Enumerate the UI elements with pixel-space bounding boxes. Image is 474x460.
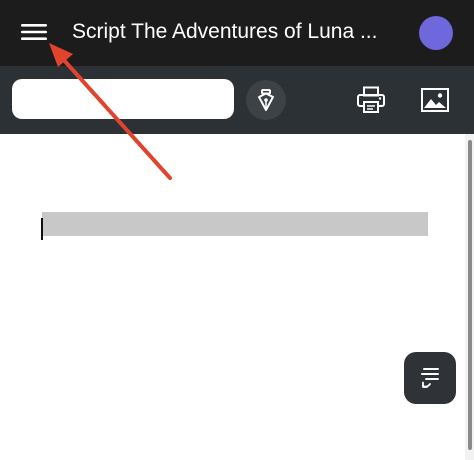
search-input[interactable] [12, 79, 234, 119]
fountain-pen-icon [258, 89, 274, 111]
scrollbar-thumb[interactable] [468, 140, 472, 450]
screenplay-format-icon [421, 368, 439, 388]
image-icon [421, 88, 449, 112]
print-button[interactable] [352, 83, 390, 117]
document-area[interactable] [0, 134, 464, 460]
printer-icon [357, 86, 385, 113]
text-caret [41, 218, 43, 240]
insert-image-button[interactable] [416, 83, 454, 117]
avatar[interactable] [419, 16, 453, 50]
toolbar [0, 66, 474, 134]
selected-text-line[interactable] [42, 212, 428, 236]
scrollbar[interactable] [465, 134, 474, 460]
page-title: Script The Adventures of Luna ... [72, 20, 378, 43]
app-header: Script The Adventures of Luna ... [0, 0, 474, 66]
format-button[interactable] [404, 352, 456, 404]
pen-button[interactable] [246, 80, 286, 120]
menu-button[interactable] [14, 16, 54, 48]
hamburger-menu-icon [21, 24, 47, 40]
